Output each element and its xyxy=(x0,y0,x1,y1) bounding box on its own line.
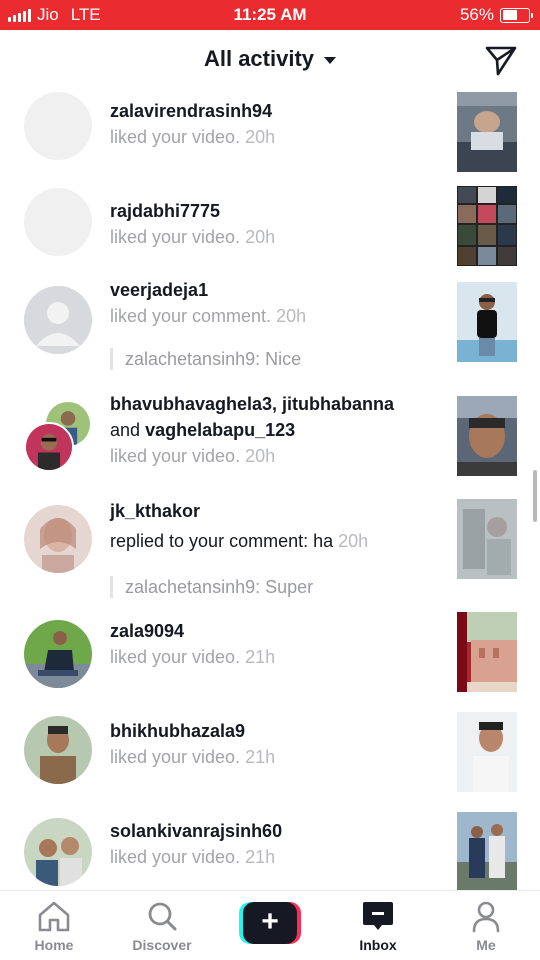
activity-item[interactable]: veerjadeja1 liked your comment. 20h zala… xyxy=(0,280,540,398)
activity-list[interactable]: zalavirendrasinh94 liked your video. 20h… xyxy=(0,90,540,890)
connector-text: and xyxy=(110,420,141,440)
avatar[interactable] xyxy=(24,716,92,784)
activity-filter-dropdown[interactable]: All activity xyxy=(0,46,540,72)
timestamp: 20h xyxy=(338,531,369,551)
video-thumbnail[interactable] xyxy=(457,812,517,890)
activity-text: liked your video. xyxy=(110,647,241,667)
battery-icon xyxy=(500,7,533,23)
activity-item[interactable]: jk_kthakor replied to your comment: ha 2… xyxy=(0,499,540,620)
nav-me-label: Me xyxy=(476,937,496,953)
activity-item[interactable]: zalavirendrasinh94 liked your video. 20h xyxy=(0,90,540,186)
timestamp: 20h xyxy=(245,127,276,147)
avatar[interactable] xyxy=(24,620,92,688)
bottom-nav: Home Discover + Inbox Me xyxy=(0,890,540,960)
username[interactable]: jk_kthakor xyxy=(110,498,440,524)
video-thumbnail[interactable] xyxy=(457,499,517,579)
create-button[interactable]: + xyxy=(239,902,301,944)
avatar[interactable] xyxy=(24,818,92,886)
video-thumbnail[interactable] xyxy=(457,396,517,476)
avatar[interactable] xyxy=(24,422,74,472)
nav-discover[interactable]: Discover xyxy=(108,891,216,960)
nav-home[interactable]: Home xyxy=(0,891,108,960)
username[interactable]: zalavirendrasinh94 xyxy=(110,98,430,124)
activity-text: replied to your comment: ha xyxy=(110,531,334,551)
battery-fill xyxy=(502,10,517,20)
nav-discover-label: Discover xyxy=(132,937,192,953)
comment-quote[interactable]: zalachetansinh9: Super xyxy=(110,576,313,598)
caret-down-icon xyxy=(324,56,337,64)
username[interactable]: vaghelabapu_123 xyxy=(145,420,295,440)
video-thumbnail[interactable] xyxy=(457,186,517,266)
activity-text: liked your video. xyxy=(110,127,241,147)
nav-inbox[interactable]: Inbox xyxy=(324,891,432,960)
battery-percent: 56% xyxy=(459,5,494,24)
profile-icon xyxy=(472,901,500,933)
avatar[interactable] xyxy=(24,92,92,160)
username[interactable]: bhikhubhazala9 xyxy=(110,718,430,744)
activity-item[interactable]: zala9094 liked your video. 21h xyxy=(0,612,540,720)
timestamp: 20h xyxy=(276,306,307,326)
comment-quote[interactable]: zalachetansinh9: Nice xyxy=(110,348,301,370)
username[interactable]: solankivanrajsinh60 xyxy=(110,818,430,844)
activity-text: liked your video. xyxy=(110,227,241,247)
timestamp: 20h xyxy=(245,446,276,466)
page-title: All activity xyxy=(203,46,315,71)
activity-item[interactable]: solankivanrajsinh60 liked your video. 21… xyxy=(0,812,540,890)
nav-home-label: Home xyxy=(34,937,74,953)
nav-me[interactable]: Me xyxy=(432,891,540,960)
timestamp: 21h xyxy=(245,647,276,667)
activity-text: liked your video. xyxy=(110,747,241,767)
video-thumbnail[interactable] xyxy=(457,282,517,362)
activity-text: liked your video. xyxy=(110,847,241,867)
avatar[interactable] xyxy=(24,505,92,573)
video-thumbnail[interactable] xyxy=(457,612,517,692)
home-icon xyxy=(38,901,70,932)
avatar-stack[interactable] xyxy=(24,400,94,472)
search-icon xyxy=(148,902,177,931)
nav-inbox-label: Inbox xyxy=(359,937,397,953)
username[interactable]: zala9094 xyxy=(110,618,430,644)
activity-item[interactable]: rajdabhi7775 liked your video. 20h xyxy=(0,186,540,286)
header: All activity xyxy=(0,30,540,90)
inbox-icon xyxy=(363,902,393,930)
status-bar: Jio LTE 11:25 AM 56% xyxy=(0,0,540,30)
username[interactable]: veerjadeja1 xyxy=(110,277,430,303)
activity-text: liked your video. xyxy=(110,446,241,466)
activity-item[interactable]: bhavubhavaghela3, jitubhabanna and vaghe… xyxy=(0,394,540,504)
avatar[interactable] xyxy=(24,188,92,256)
video-thumbnail[interactable] xyxy=(457,92,517,172)
username[interactable]: bhavubhavaghela3, jitubhabanna xyxy=(110,391,440,417)
username[interactable]: rajdabhi7775 xyxy=(110,198,430,224)
activity-text: liked your comment. xyxy=(110,306,272,326)
create-plus-icon: + xyxy=(243,902,297,944)
timestamp: 21h xyxy=(245,847,276,867)
scrollbar[interactable] xyxy=(533,470,537,522)
avatar[interactable] xyxy=(24,286,92,354)
battery-status: 56% xyxy=(459,5,533,25)
video-thumbnail[interactable] xyxy=(457,712,517,792)
timestamp: 21h xyxy=(245,747,276,767)
timestamp: 20h xyxy=(245,227,276,247)
paper-plane-icon[interactable] xyxy=(484,44,518,76)
activity-item[interactable]: bhikhubhazala9 liked your video. 21h xyxy=(0,712,540,820)
